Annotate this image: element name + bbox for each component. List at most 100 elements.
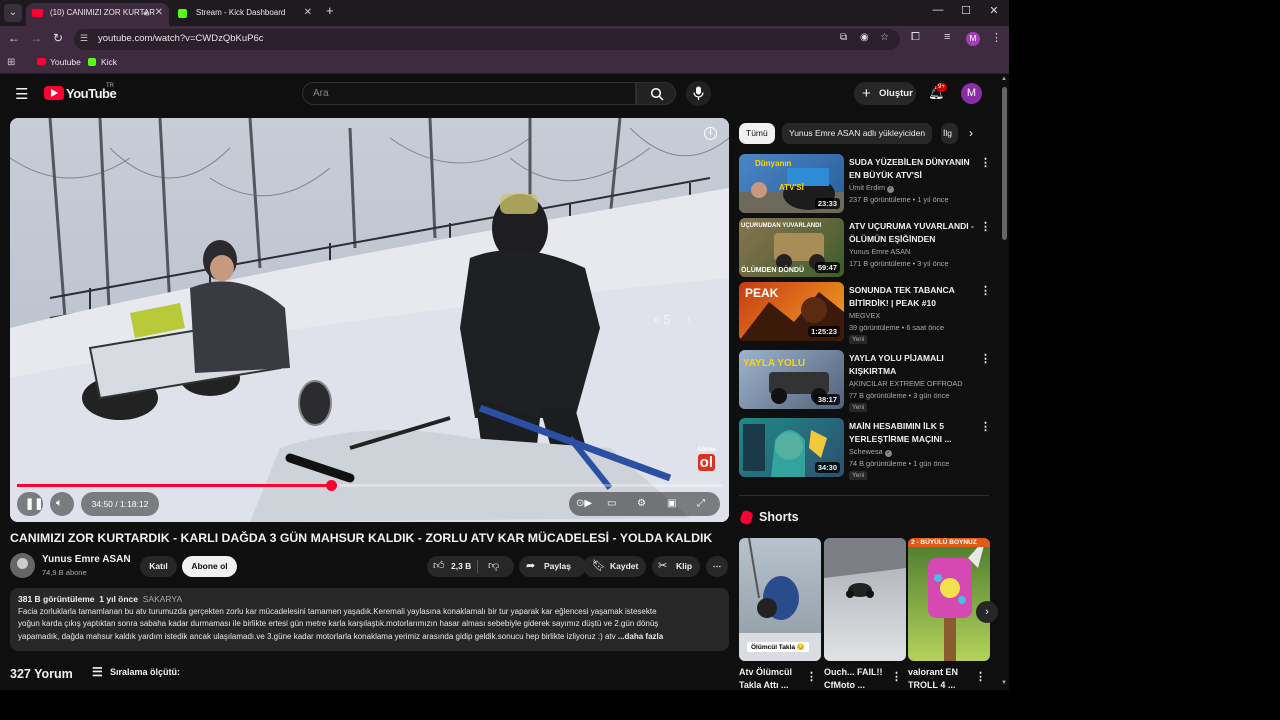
new-tab-button[interactable]: + xyxy=(326,3,334,18)
channel-name[interactable]: MEGVEX xyxy=(849,311,880,320)
create-button[interactable]: + Oluştur xyxy=(854,82,916,105)
video-title[interactable]: YAYLA YOLU PİJAMALI KIŞKIRTMA #akıncılar… xyxy=(849,352,977,378)
maximize-button[interactable]: ☐ xyxy=(956,4,976,17)
subscribe-watermark[interactable]: Abone ol xyxy=(697,447,716,471)
recommendation-item[interactable]: UÇURUMDAN YUVARLANDI ÖLÜMDEN DÖNDÜ 59:47… xyxy=(739,218,991,278)
scroll-up-arrow-icon[interactable]: ▲ xyxy=(1001,76,1007,82)
account-avatar[interactable]: M xyxy=(961,83,982,104)
join-button[interactable]: Katıl xyxy=(140,556,177,577)
tab-youtube[interactable]: (10) CANIMIZI ZOR KURTAR 🔊︎ ✕ xyxy=(26,3,169,26)
settings-gear-icon[interactable]: ⚙ xyxy=(637,498,646,509)
tab-kick[interactable]: Stream - Kick Dashboard ✕ xyxy=(172,3,318,26)
video-thumbnail[interactable]: PEAK 1:25:23 xyxy=(739,282,844,341)
more-options-icon[interactable]: ⋮ xyxy=(975,670,986,683)
video-thumbnail[interactable]: Dünyanın ATV'Sİ 23:33 xyxy=(739,154,844,213)
search-input[interactable]: Ara xyxy=(302,82,636,105)
forward-button[interactable]: → xyxy=(28,31,44,45)
progress-bar[interactable] xyxy=(17,480,722,491)
more-options-icon[interactable]: ⋮ xyxy=(980,156,991,169)
more-options-icon[interactable]: ⋮ xyxy=(980,220,991,233)
video-title[interactable]: MAİN HESABIMIN İLK 5 YERLEŞTİRME MAÇINI … xyxy=(849,420,977,445)
thumbs-down-icon[interactable]: 👎︎ xyxy=(488,556,499,577)
sort-comments-button[interactable]: ☰ Sıralama ölçütü: xyxy=(92,665,180,679)
video-thumbnail[interactable]: 34:30 xyxy=(739,418,844,477)
autoplay-toggle-icon[interactable]: ⊙▶ xyxy=(576,498,592,509)
bookmark-youtube[interactable]: Youtube xyxy=(37,57,81,67)
show-more-link[interactable]: ...daha fazla xyxy=(618,632,663,641)
video-thumbnail[interactable]: YAYLA YOLU 38:17 xyxy=(739,350,844,409)
short-title[interactable]: Atv Ölümcül Takla Attı ... xyxy=(739,666,809,690)
address-bar[interactable]: ☰ youtube.com/watch?v=CWDzQbKuP6c ⧉ ◉ ☆ xyxy=(74,29,900,50)
clip-button[interactable]: ✂ Klip xyxy=(652,556,700,577)
like-count[interactable]: 2,3 B xyxy=(451,556,471,577)
channel-name[interactable]: AKINCILAR EXTREME OFFROAD xyxy=(849,379,963,388)
video-player[interactable]: i + 5 › Abone ol ❚❚ 🔈︎ 34:50 / 1:18:12 ⊙… xyxy=(10,118,729,522)
minimize-button[interactable]: — xyxy=(928,4,948,16)
bookmark-star-icon[interactable]: ☆ xyxy=(880,32,889,43)
profile-avatar[interactable]: M xyxy=(966,32,980,46)
chevron-right-icon[interactable]: › xyxy=(969,126,973,140)
bookmark-kick[interactable]: Kick xyxy=(88,57,117,67)
channel-avatar[interactable] xyxy=(10,553,35,578)
search-button[interactable] xyxy=(636,82,676,105)
recommendation-item[interactable]: Dünyanın ATV'Sİ 23:33 SUDA YÜZEBİLEN DÜN… xyxy=(739,154,991,214)
page-scrollbar[interactable]: ▲ ▼ xyxy=(1000,76,1009,690)
info-icon[interactable]: i xyxy=(704,127,717,140)
channel-name[interactable]: Yunus Emre ASAN xyxy=(42,554,131,565)
fullscreen-icon[interactable]: ⤢ xyxy=(697,498,705,509)
eye-off-icon[interactable]: ◉ xyxy=(860,32,869,43)
youtube-logo-icon[interactable] xyxy=(44,86,64,100)
close-window-button[interactable]: ✕ xyxy=(984,4,1004,17)
subscribe-button[interactable]: Abone ol xyxy=(182,556,237,577)
video-title[interactable]: SONUNDA TEK TABANCA BİTİRDİK! | PEAK #10 xyxy=(849,284,977,309)
more-options-icon[interactable]: ⋮ xyxy=(806,670,817,683)
more-options-icon[interactable]: ⋮ xyxy=(980,284,991,297)
shorts-next-button[interactable]: › xyxy=(976,601,998,623)
apps-grid-icon[interactable]: ⊞ xyxy=(7,57,15,68)
menu-icon[interactable]: ☰ xyxy=(15,85,28,103)
short-thumbnail[interactable] xyxy=(824,538,906,661)
browser-menu-icon[interactable]: ⋮ xyxy=(991,31,1002,44)
extensions-icon[interactable]: ⧠ xyxy=(911,31,920,44)
recommendation-item[interactable]: PEAK 1:25:23 SONUNDA TEK TABANCA BİTİRDİ… xyxy=(739,282,991,344)
thumbs-up-icon[interactable]: 👍︎ xyxy=(433,556,445,577)
scrubber-handle[interactable] xyxy=(325,480,337,491)
more-actions-button[interactable]: ⋯ xyxy=(706,556,728,577)
theater-mode-icon[interactable]: ▣ xyxy=(667,498,676,509)
media-control-icon[interactable]: ≡ xyxy=(944,31,950,43)
comments-count: 327 Yorum xyxy=(10,667,73,681)
channel-name[interactable]: Ümit Erdim ✓ xyxy=(849,183,895,193)
save-button[interactable]: 🔖︎ Kaydet xyxy=(583,556,646,577)
more-options-icon[interactable]: ⋮ xyxy=(980,420,991,433)
scroll-down-arrow-icon[interactable]: ▼ xyxy=(1001,680,1007,686)
voice-search-button[interactable] xyxy=(686,81,711,106)
short-thumbnail[interactable]: 2 - BÜYÜLÜ BOYNUZ xyxy=(908,538,990,661)
video-title[interactable]: ATV UÇURUMA YUVARLANDI - ÖLÜMÜN EŞİĞİNDE… xyxy=(849,220,977,246)
site-info-icon[interactable]: ☰ xyxy=(80,33,91,44)
video-title[interactable]: SUDA YÜZEBİLEN DÜNYANIN EN BÜYÜK ATV'Sİ xyxy=(849,156,977,181)
channel-name[interactable]: Yunus Emre ASAN xyxy=(849,247,910,256)
reload-button[interactable]: ↻ xyxy=(50,31,66,45)
video-thumbnail[interactable]: UÇURUMDAN YUVARLANDI ÖLÜMDEN DÖNDÜ 59:47 xyxy=(739,218,844,277)
close-tab-icon[interactable]: ✕ xyxy=(155,3,163,23)
install-app-icon[interactable]: ⧉ xyxy=(840,32,847,43)
more-options-icon[interactable]: ⋮ xyxy=(980,352,991,365)
recommendation-item[interactable]: YAYLA YOLU 38:17 YAYLA YOLU PİJAMALI KIŞ… xyxy=(739,350,991,412)
subtitles-icon[interactable]: ▭ xyxy=(607,498,616,509)
short-thumbnail[interactable]: Ölümcül Takla 😔 xyxy=(739,538,821,661)
recommendation-item[interactable]: 34:30 MAİN HESABIMIN İLK 5 YERLEŞTİRME M… xyxy=(739,418,991,480)
chip-all[interactable]: Tümü xyxy=(739,123,775,144)
back-button[interactable]: ← xyxy=(6,31,22,45)
chip-related[interactable]: İlg xyxy=(941,123,958,144)
tab-search-button[interactable]: ⌄ xyxy=(4,4,22,22)
chip-from-uploader[interactable]: Yunus Emre ASAN adlı yükleyiciden xyxy=(782,123,933,144)
short-title[interactable]: valorant EN TROLL 4 ... xyxy=(908,666,978,690)
description-box[interactable]: 381 B görüntüleme 1 yıl önce SAKARYA Fac… xyxy=(10,588,729,651)
close-tab-icon[interactable]: ✕ xyxy=(304,3,312,23)
channel-name[interactable]: Schewesa ✓ xyxy=(849,447,892,457)
speaker-icon[interactable]: 🔊︎ xyxy=(143,3,149,23)
scrollbar-thumb[interactable] xyxy=(1002,87,1007,240)
more-options-icon[interactable]: ⋮ xyxy=(891,670,902,683)
short-title[interactable]: Ouch... FAIL!! CfMoto ... xyxy=(824,666,894,690)
share-button[interactable]: ➦ Paylaş xyxy=(519,556,586,577)
